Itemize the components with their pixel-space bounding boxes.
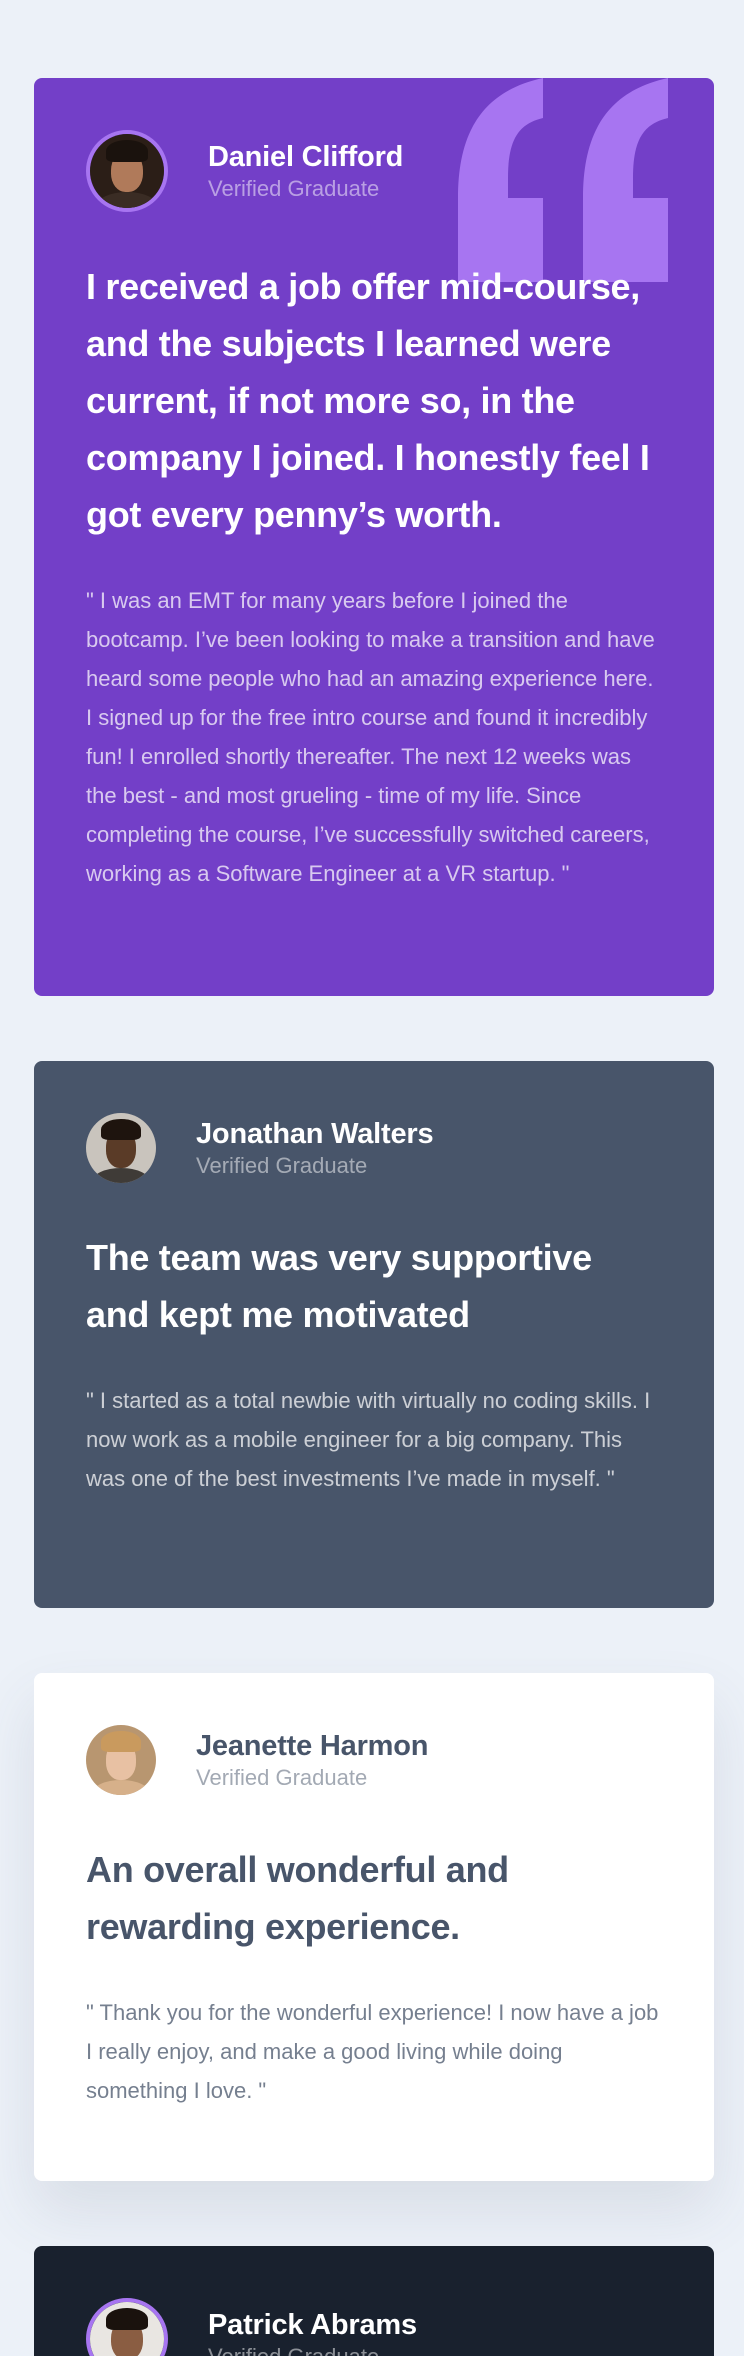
avatar (86, 1113, 156, 1183)
testimonial-body: " I was an EMT for many years before I j… (86, 588, 655, 886)
person-name: Daniel Clifford (208, 141, 404, 173)
person-info: Jonathan Walters Verified Graduate (196, 1116, 434, 1180)
testimonial-card-daniel-clifford: Daniel Clifford Verified Graduate I rece… (34, 78, 714, 996)
testimonial-header: Jonathan Walters Verified Graduate (86, 1113, 660, 1183)
person-role: Verified Graduate (208, 2343, 417, 2356)
testimonial-body: " Thank you for the wonderful experience… (86, 2000, 659, 2103)
avatar (86, 130, 168, 212)
testimonial-headline: The team was very supportive and kept me… (86, 1237, 592, 1335)
testimonial-header: Patrick Abrams Verified Graduate (86, 2298, 660, 2356)
person-info: Daniel Clifford Verified Graduate (208, 139, 403, 203)
person-name: Patrick Abrams (208, 2309, 417, 2341)
avatar (86, 1725, 156, 1795)
testimonial-card-patrick-abrams: Patrick Abrams Verified Graduate (34, 2246, 714, 2356)
person-info: Patrick Abrams Verified Graduate (208, 2307, 417, 2356)
person-name: Jonathan Walters (196, 1118, 434, 1150)
testimonial-header: Daniel Clifford Verified Graduate (86, 130, 660, 212)
person-role: Verified Graduate (208, 176, 380, 201)
person-role: Verified Graduate (196, 1153, 368, 1178)
avatar (86, 2298, 168, 2356)
testimonial-card-jonathan-walters: Jonathan Walters Verified Graduate The t… (34, 1061, 714, 1608)
person-role: Verified Graduate (196, 1765, 368, 1790)
testimonial-headline: An overall wonderful and rewarding exper… (86, 1849, 509, 1947)
testimonial-header: Jeanette Harmon Verified Graduate (86, 1725, 660, 1795)
testimonial-headline: I received a job offer mid-course, and t… (86, 266, 650, 535)
testimonial-body: " I started as a total newbie with virtu… (86, 1388, 651, 1491)
testimonial-card-jeanette-harmon: Jeanette Harmon Verified Graduate An ove… (34, 1673, 714, 2181)
person-name: Jeanette Harmon (196, 1730, 429, 1762)
person-info: Jeanette Harmon Verified Graduate (196, 1728, 429, 1792)
